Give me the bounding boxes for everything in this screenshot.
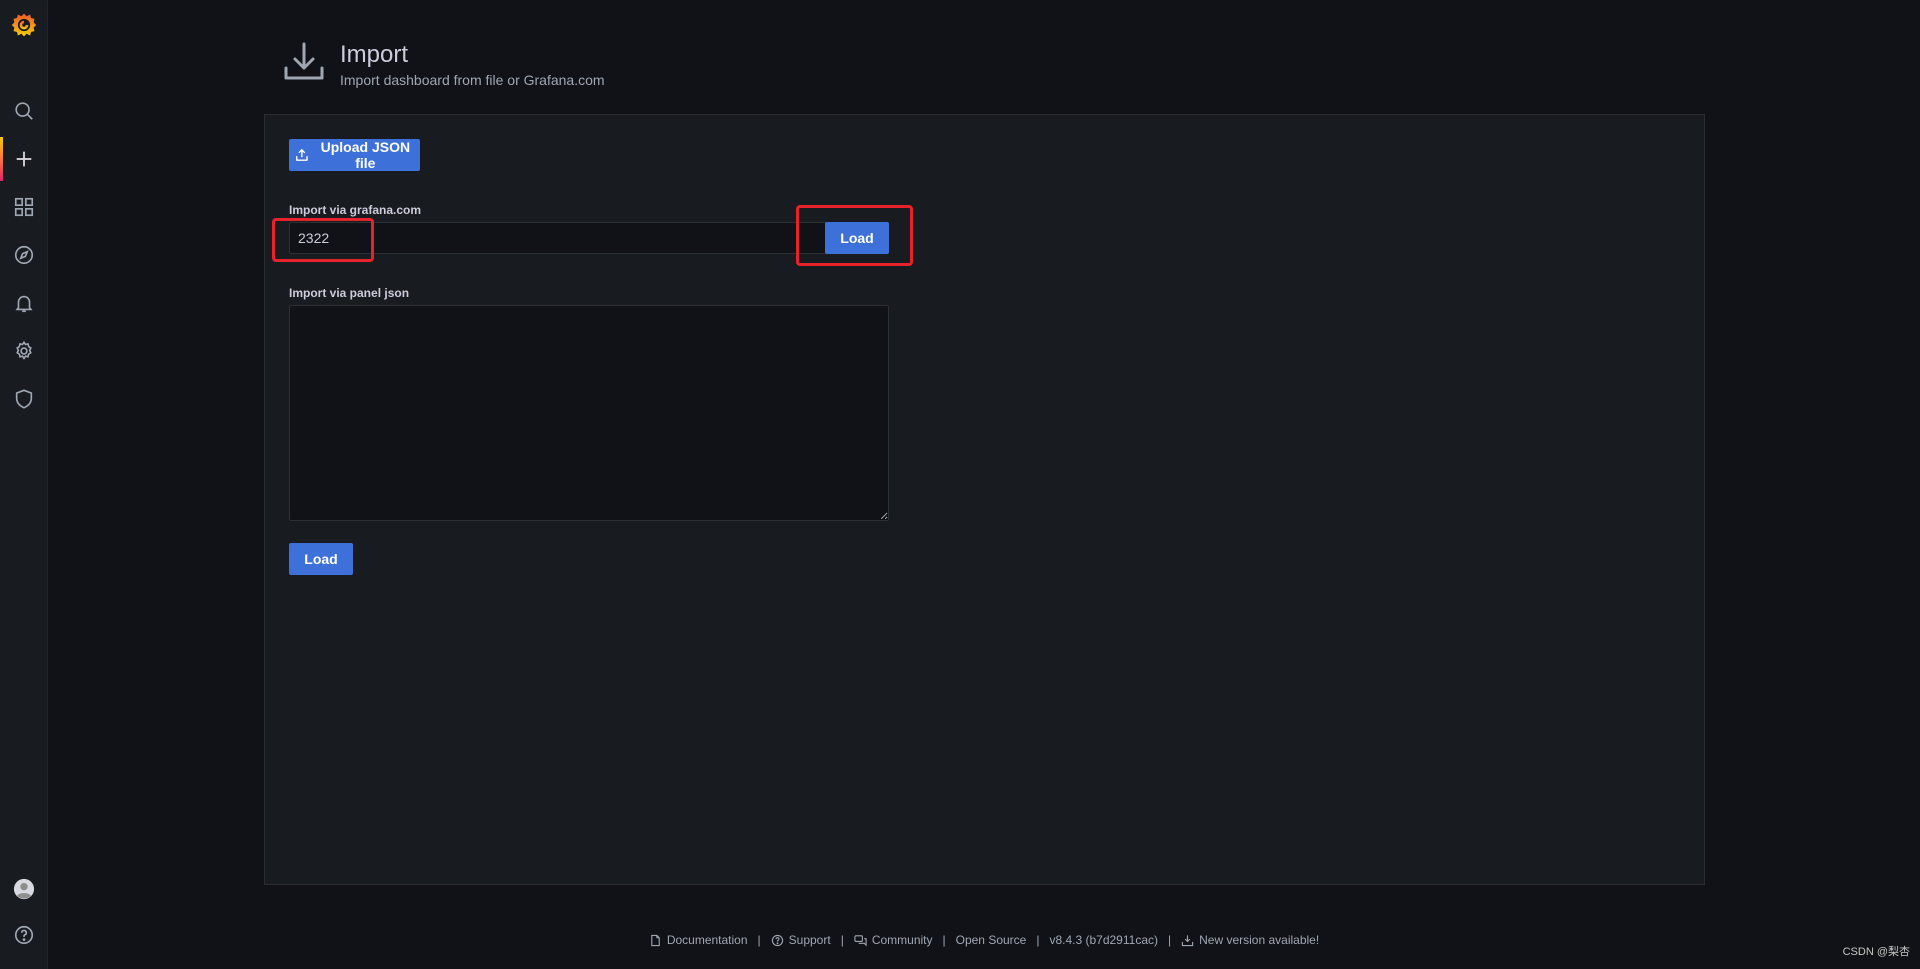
avatar-icon xyxy=(13,878,35,900)
footer-community-link[interactable]: Community xyxy=(854,933,933,947)
footer-separator: | xyxy=(757,933,761,947)
footer-open-source-link[interactable]: Open Source xyxy=(956,933,1027,947)
question-circle-icon xyxy=(771,934,783,946)
footer-support-text: Support xyxy=(788,933,831,947)
panel-json-textarea[interactable] xyxy=(289,305,889,521)
sidebar-item-search[interactable] xyxy=(0,89,48,133)
footer: Documentation | Support | Community | Op… xyxy=(0,933,1920,947)
panel-json-load-button[interactable]: Load xyxy=(289,543,353,575)
sidebar-item-dashboards[interactable] xyxy=(0,185,48,229)
page-title: Import xyxy=(340,41,409,68)
sidebar xyxy=(0,0,48,969)
footer-community-text: Community xyxy=(871,933,933,947)
grafana-com-load-button[interactable]: Load xyxy=(825,222,889,254)
footer-separator: | xyxy=(942,933,946,947)
sidebar-item-server-admin[interactable] xyxy=(0,377,48,421)
comments-icon xyxy=(854,934,867,946)
footer-new-version-text: New version available! xyxy=(1199,933,1320,947)
upload-icon xyxy=(296,149,308,161)
bell-icon xyxy=(15,295,33,313)
watermark: CSDN @梨杏 xyxy=(1842,946,1910,958)
sidebar-item-profile[interactable] xyxy=(0,867,48,911)
import-icon xyxy=(284,42,324,80)
sidebar-item-explore[interactable] xyxy=(0,233,48,277)
footer-separator: | xyxy=(840,933,844,947)
grafana-com-input[interactable] xyxy=(289,222,838,254)
document-icon xyxy=(651,934,660,946)
sidebar-item-alerting[interactable] xyxy=(0,281,48,325)
panel-json-label: Import via panel json xyxy=(289,286,410,300)
sidebar-item-create[interactable] xyxy=(0,137,48,181)
plus-icon xyxy=(16,151,32,167)
shield-icon xyxy=(15,389,33,409)
page-subtitle: Import dashboard from file or Grafana.co… xyxy=(340,72,605,88)
page-header: Import Import dashboard from file or Gra… xyxy=(280,36,605,96)
grafana-com-label: Import via grafana.com xyxy=(289,203,422,217)
footer-new-version-link[interactable]: New version available! xyxy=(1181,933,1319,947)
footer-version: v8.4.3 (b7d2911cac) xyxy=(1049,933,1158,947)
cog-icon xyxy=(16,340,32,360)
download-icon xyxy=(1181,934,1194,946)
import-panel: Upload JSON file Import via grafana.com … xyxy=(264,114,1705,885)
footer-documentation-link[interactable]: Documentation xyxy=(649,933,748,947)
footer-open-source-text: Open Source xyxy=(955,933,1027,947)
upload-json-label: Upload JSON file xyxy=(320,139,411,171)
upload-json-button[interactable]: Upload JSON file xyxy=(289,139,420,171)
sidebar-item-configuration[interactable] xyxy=(0,329,48,373)
footer-documentation-text: Documentation xyxy=(666,933,748,947)
footer-support-link[interactable]: Support xyxy=(771,933,831,947)
search-icon xyxy=(15,102,33,120)
apps-icon xyxy=(14,197,34,217)
grafana-logo-icon[interactable] xyxy=(8,9,40,41)
header-text: Import Import dashboard from file or Gra… xyxy=(340,36,605,88)
footer-separator: | xyxy=(1167,933,1172,947)
compass-icon xyxy=(14,245,34,265)
footer-separator: | xyxy=(1036,933,1040,947)
